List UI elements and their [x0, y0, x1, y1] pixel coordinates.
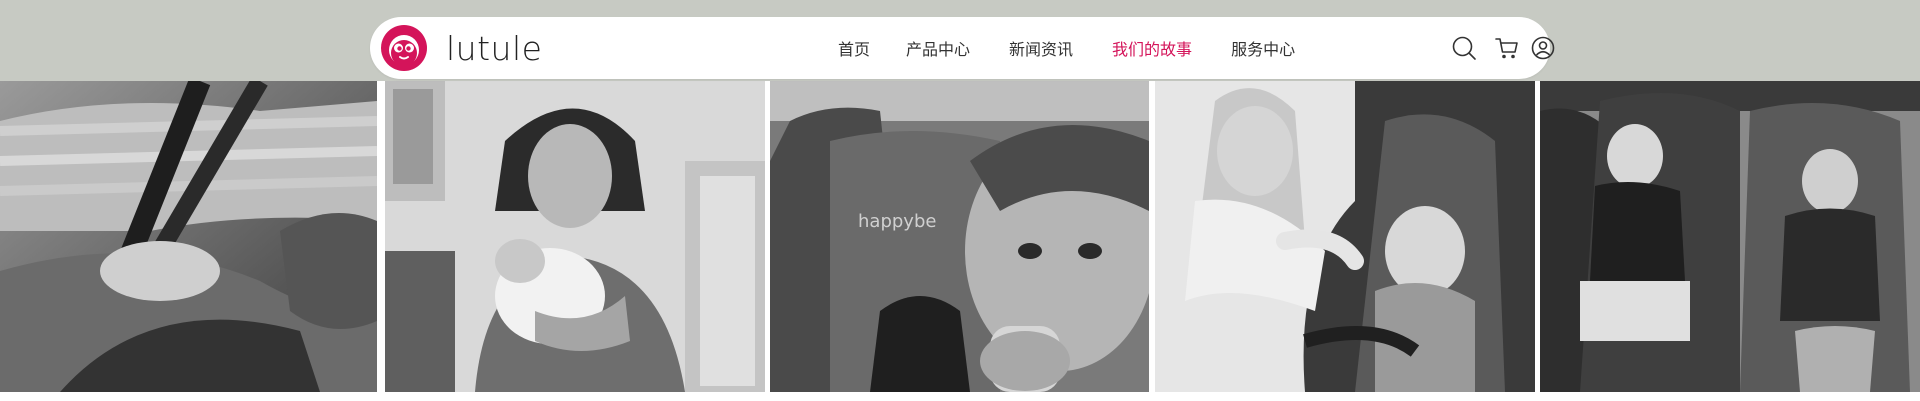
nav-item-products[interactable]: 产品中心 [906, 36, 970, 60]
top-navigation-bar: lutule 首页 产品中心 新闻资讯 我们的故事 服务中心 [370, 17, 1555, 79]
story-photo-gallery: happybe [0, 81, 1920, 392]
photo-mother-kissing-baby-foot[interactable] [1155, 81, 1535, 392]
photo-seatbelt-closeup[interactable] [0, 81, 377, 392]
nav-item-service[interactable]: 服务中心 [1231, 36, 1295, 60]
search-icon[interactable] [1450, 34, 1478, 62]
nav-item-news[interactable]: 新闻资讯 [1009, 36, 1073, 60]
photo-two-children-in-car-seats[interactable] [1540, 81, 1920, 392]
brand-logo[interactable]: lutule [380, 24, 542, 72]
lutule-face-logo-icon [381, 25, 427, 71]
user-icon[interactable] [1529, 34, 1557, 62]
main-nav-menu: 首页 产品中心 新闻资讯 我们的故事 服务中心 [838, 17, 1295, 79]
photo-mother-holding-newborn[interactable] [385, 81, 765, 392]
seat-brand-label: happybe [858, 211, 936, 232]
photo-toddler-drinking-in-seat[interactable]: happybe [770, 81, 1149, 392]
nav-item-home[interactable]: 首页 [838, 36, 870, 60]
brand-name: lutule [446, 28, 543, 68]
cart-icon[interactable] [1493, 34, 1521, 62]
nav-item-our-story[interactable]: 我们的故事 [1112, 36, 1192, 60]
